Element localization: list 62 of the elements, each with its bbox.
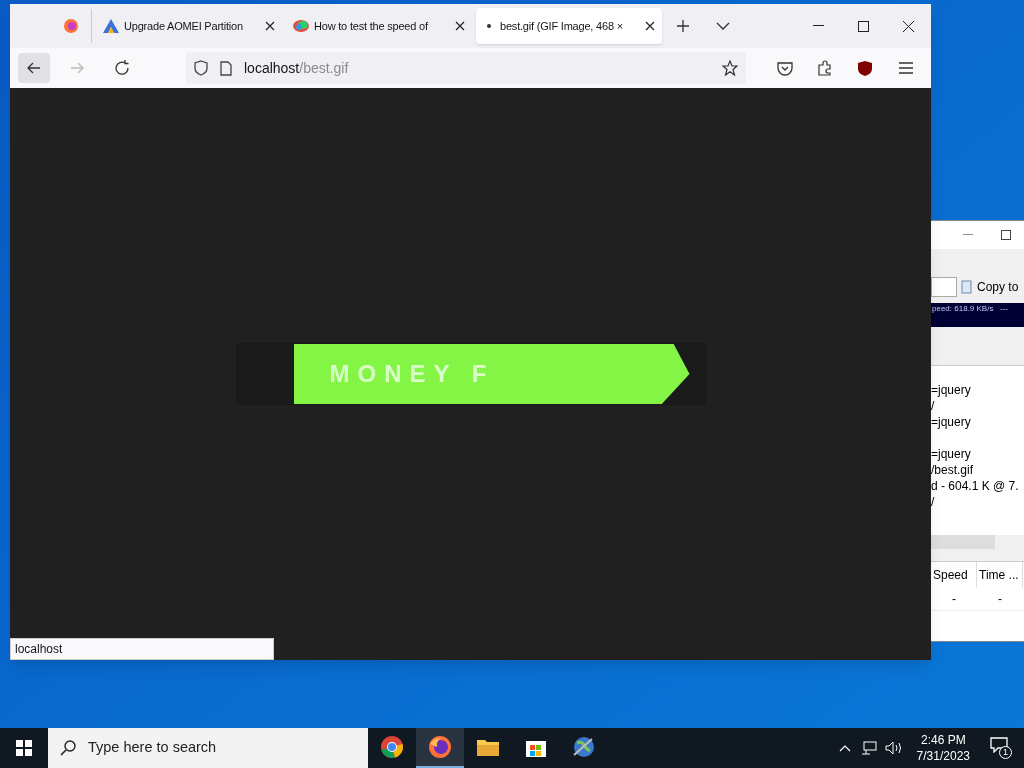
minimize-icon[interactable] (813, 25, 824, 27)
close-icon[interactable] (903, 20, 914, 32)
windows-logo-icon[interactable] (16, 740, 32, 756)
address-bar[interactable]: localhost/best.gif (186, 52, 746, 84)
notification-count: 1 (999, 746, 1012, 759)
document-icon (961, 280, 973, 294)
log-line: /best.gif (931, 462, 975, 478)
browser-tab[interactable]: best.gif (GIF Image, 468 × (476, 8, 662, 44)
browser-tab[interactable]: How to test the speed of (286, 8, 472, 44)
search-box[interactable]: Type here to search (48, 728, 368, 768)
banner-text: MONEY F (329, 359, 495, 389)
plus-icon[interactable] (676, 19, 690, 33)
globe-icon[interactable] (572, 735, 596, 759)
notification-icon[interactable] (990, 737, 1008, 753)
browser-icon (62, 18, 79, 34)
log-line: =jquery (931, 414, 972, 430)
network-icon[interactable] (860, 741, 877, 755)
tab-title: best.gif (GIF Image, 468 × (500, 18, 624, 34)
input-field[interactable] (931, 277, 957, 297)
close-icon[interactable] (265, 21, 275, 31)
status-text: localhost (10, 638, 274, 660)
clock-date[interactable]: 7/31/2023 (916, 748, 970, 764)
shield-icon (194, 60, 208, 76)
taskbar-app[interactable] (416, 728, 464, 768)
menu-icon[interactable] (899, 62, 913, 74)
maximize-icon[interactable] (1001, 230, 1011, 240)
log-line: =jquery (931, 446, 972, 462)
back-button[interactable] (18, 53, 50, 83)
reload-icon[interactable] (114, 60, 130, 76)
search-icon (60, 740, 76, 756)
chevron-down-icon[interactable] (716, 22, 730, 30)
triangle-logo-icon (103, 19, 119, 33)
folder-icon[interactable] (476, 737, 500, 757)
log-line: / (931, 398, 936, 414)
close-icon[interactable] (455, 21, 465, 31)
puzzle-icon[interactable] (817, 60, 833, 76)
maximize-icon[interactable] (858, 20, 869, 32)
pocket-icon[interactable] (777, 60, 793, 76)
browser-icon[interactable] (428, 735, 452, 759)
search-placeholder: Type here to search (88, 738, 217, 758)
browser-tab[interactable]: Upgrade AOMEI Partition (96, 8, 282, 44)
log-line: =jquery (931, 382, 972, 398)
log-line: d - 604.1 K @ 7. (931, 478, 1020, 494)
chevron-up-icon[interactable] (838, 744, 851, 752)
star-icon[interactable] (722, 60, 738, 76)
browser-icon[interactable] (380, 735, 404, 759)
url-text: localhost/best.gif (244, 58, 349, 78)
speed-text: peed: 618.9 KB/s --- (932, 303, 1009, 315)
table-cell-text: - (951, 591, 957, 608)
tab-title: How to test the speed of (314, 18, 429, 34)
shield-icon[interactable] (857, 59, 873, 77)
speaker-icon[interactable] (884, 741, 903, 755)
back-arrow-icon (27, 62, 41, 74)
page-icon (220, 60, 232, 76)
close-icon[interactable] (645, 21, 655, 31)
colorful-logo-icon (293, 19, 309, 33)
tab-title: Upgrade AOMEI Partition (124, 18, 244, 34)
clock-time[interactable]: 2:46 PM (920, 732, 966, 748)
log-line: / (931, 494, 936, 510)
copy-button[interactable]: Copy to (961, 278, 1019, 296)
scrollbar (931, 535, 995, 549)
table-cell-text: - (997, 591, 1003, 608)
